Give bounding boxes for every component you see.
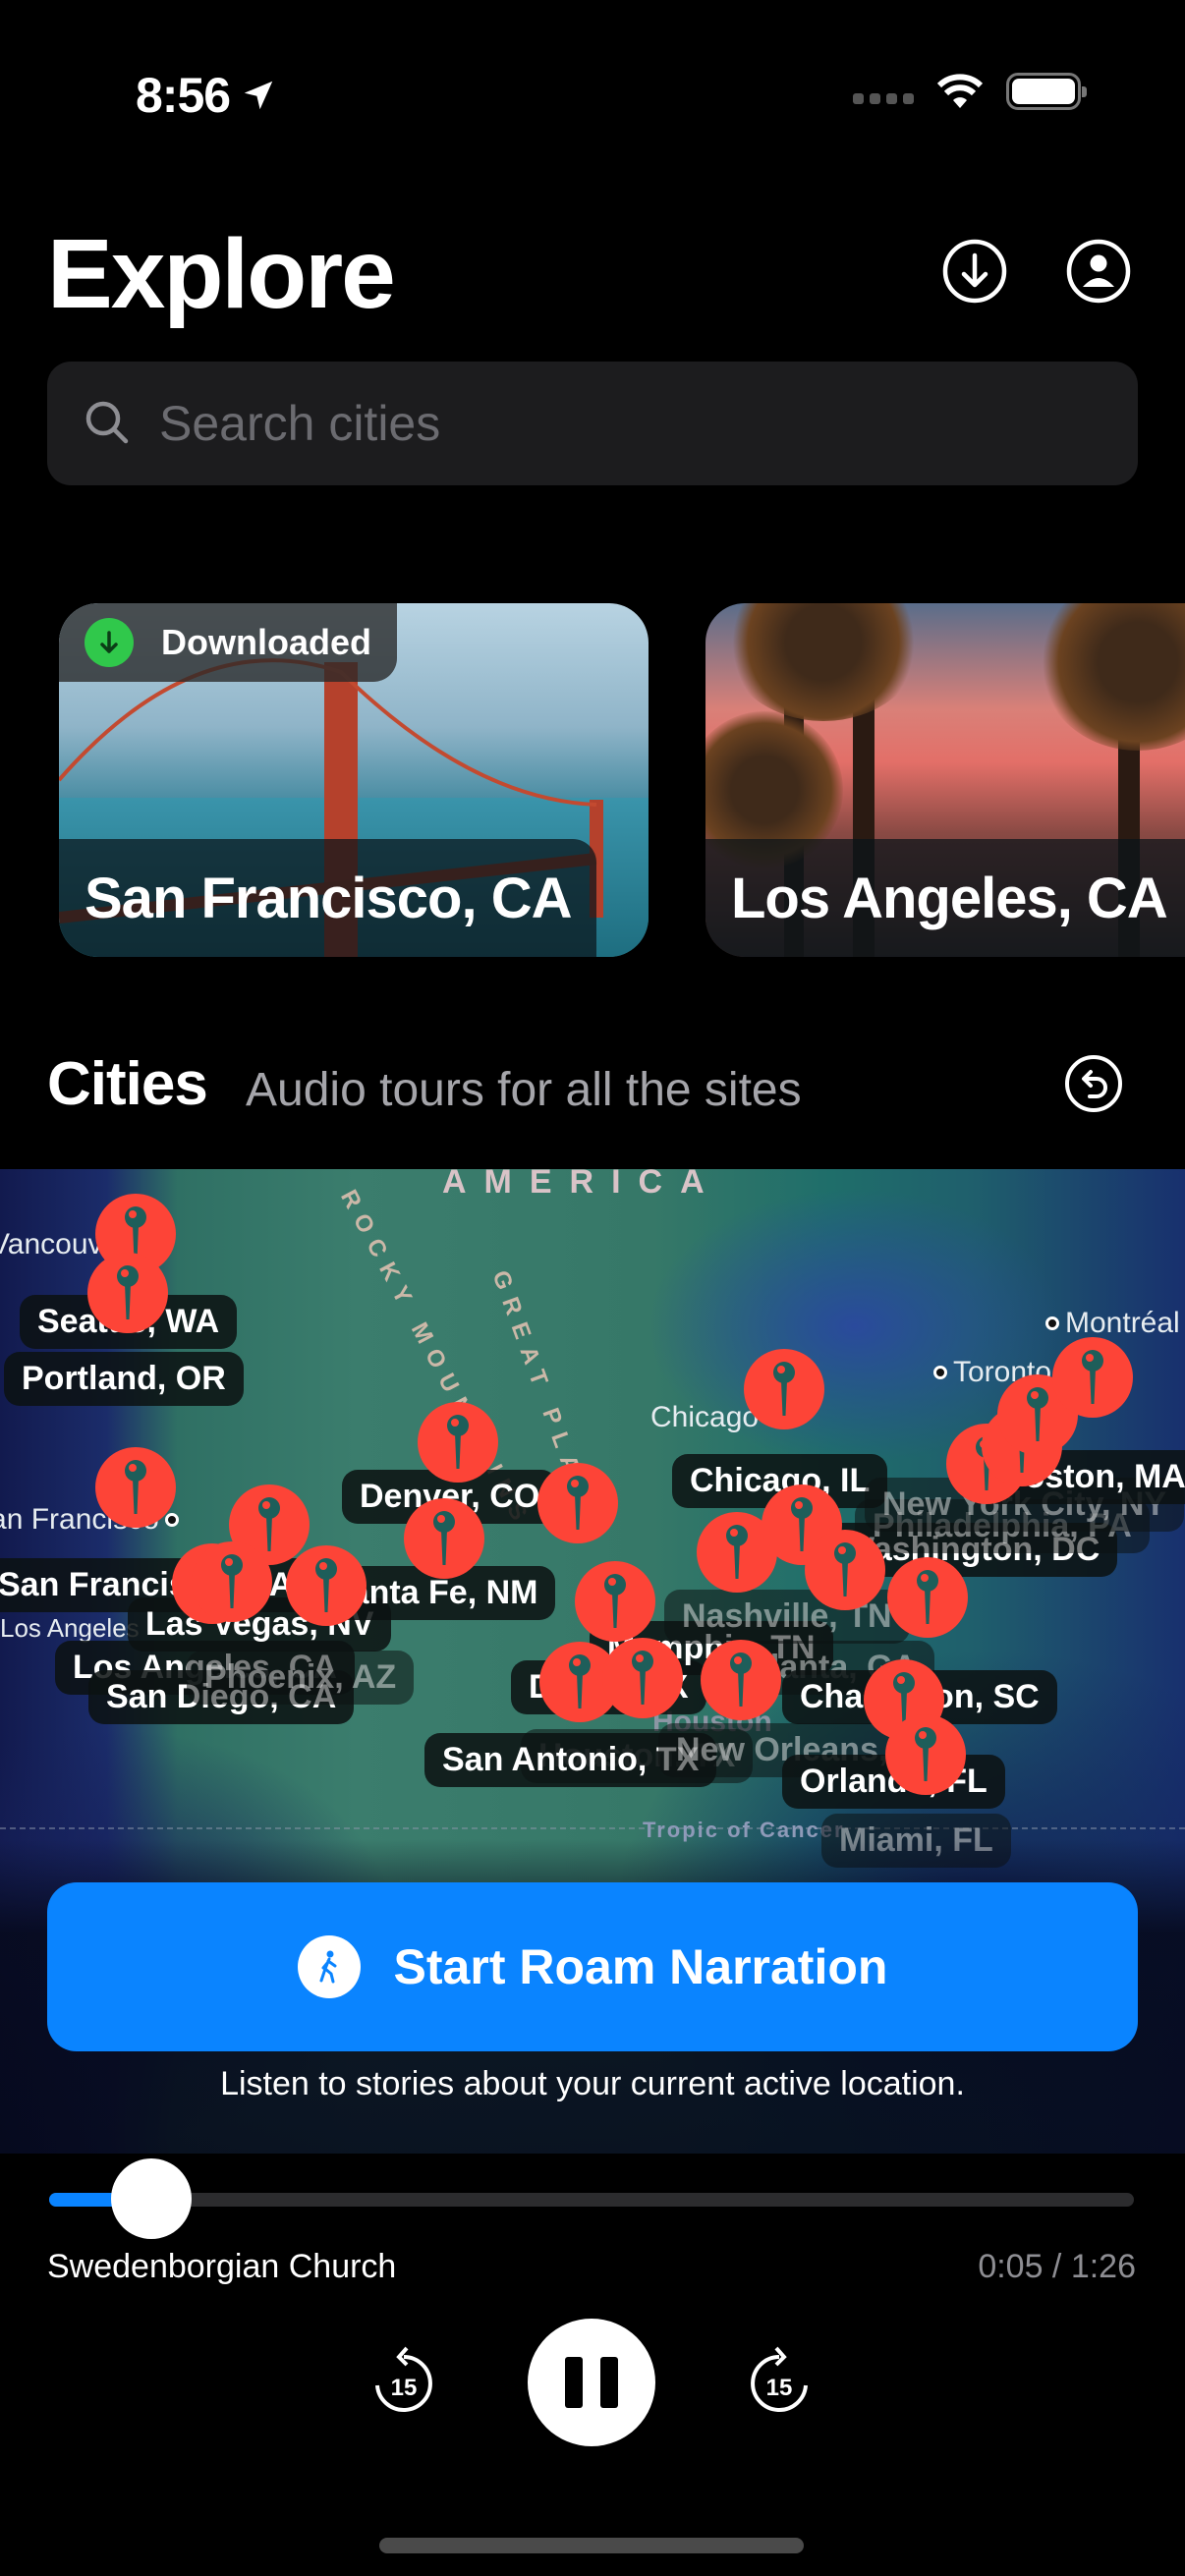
cellular-signal-icon [853,92,914,104]
download-circle-icon [942,239,1007,304]
reset-map-button[interactable] [1063,1053,1124,1114]
map-pin[interactable] [887,1557,968,1638]
map-pin-icon [258,1497,280,1551]
map-place-label: Los Angeles [0,1613,140,1643]
city-label[interactable]: Portland, OR [4,1352,244,1406]
downloads-button[interactable] [941,238,1008,305]
map-pin-icon [569,1654,591,1708]
pause-button[interactable] [528,2319,655,2446]
map-pin-icon [567,1476,589,1530]
pause-icon-bar [565,2357,583,2408]
map-pin[interactable] [87,1253,168,1333]
wifi-icon [936,74,984,108]
location-arrow-icon [244,81,273,110]
map-pin[interactable] [805,1530,885,1610]
reset-rotation-icon [1065,1055,1122,1112]
svg-text:15: 15 [766,2375,793,2401]
map-pin[interactable] [95,1447,176,1528]
city-label[interactable]: Phoenix, AZ [187,1651,415,1705]
pause-icon-bar [600,2357,618,2408]
map-pin-icon [221,1554,243,1608]
map-pin-icon [1027,1387,1048,1441]
map-pin-icon [315,1558,337,1612]
battery-icon [1006,73,1087,110]
profile-button[interactable] [1065,238,1132,305]
map-pin-icon [730,1652,752,1707]
svg-text:15: 15 [391,2375,418,2401]
page-title: Explore [47,219,396,329]
map-pin[interactable] [701,1640,781,1720]
map-pin[interactable] [1052,1337,1133,1418]
map-pin[interactable] [885,1714,966,1795]
city-card-los-angeles[interactable]: Los Angeles, CA [705,603,1185,957]
downloaded-label: Downloaded [161,622,371,662]
progress-knob[interactable] [111,2158,193,2239]
city-label[interactable]: Miami, FL [821,1814,1011,1868]
skip-back-15-icon: 15 [375,2346,432,2412]
playback-progress-slider[interactable] [49,2193,1134,2207]
section-subtitle: Audio tours for all the sites [246,1064,802,1116]
map-pin-icon [433,1511,455,1565]
map-pin-icon [917,1570,938,1624]
track-title: Swedenborgian Church [47,2248,397,2285]
map-pin[interactable] [418,1402,498,1483]
map-pin-icon [915,1727,936,1781]
search-input[interactable] [159,395,1044,452]
map-pin[interactable] [744,1349,824,1429]
download-check-icon [85,618,134,667]
city-card-san-francisco[interactable]: Downloaded San Francisco, CA [59,603,649,957]
map-pin[interactable] [575,1561,655,1642]
status-indicators [853,73,1087,110]
search-bar[interactable] [47,362,1138,485]
start-roam-narration-button[interactable]: Start Roam Narration [47,1882,1138,2051]
roam-button-label: Start Roam Narration [393,1939,888,1994]
skip-forward-15-icon: 15 [751,2346,808,2412]
map-pin-icon [117,1265,139,1319]
map-pin[interactable] [192,1541,272,1622]
skip-back-button[interactable]: 15 [371,2343,436,2418]
map-pin[interactable] [286,1545,367,1626]
map-pin[interactable] [602,1638,683,1718]
map-pin-icon [834,1542,856,1596]
map-pin-icon [125,1460,146,1514]
map-pin-icon [773,1362,795,1416]
map-pin[interactable] [537,1463,618,1543]
map-pin[interactable] [404,1498,484,1579]
downloaded-badge: Downloaded [59,603,397,682]
roam-hint-text: Listen to stories about your current act… [220,2065,965,2102]
map-pin-icon [726,1525,748,1579]
skip-forward-button[interactable]: 15 [747,2343,812,2418]
map-pin-icon [604,1574,626,1628]
walking-figure-icon [297,1935,361,1998]
map-pin-icon [632,1651,653,1705]
city-card-title: San Francisco, CA [59,839,597,957]
city-card-title: Los Angeles, CA [705,839,1185,957]
map-pin-icon [1082,1350,1103,1404]
map-place-label: Tropic of Cancer [643,1818,845,1842]
home-indicator [379,2538,804,2553]
map-pin-icon [447,1415,469,1469]
map-place-label: Montréal [1045,1307,1180,1340]
section-title: Cities [47,1050,208,1118]
map-region-label: AMERICA [442,1169,722,1201]
profile-icon [1066,239,1131,304]
search-icon [85,401,129,444]
status-time-text: 8:56 [136,68,231,123]
status-time: 8:56 [136,67,277,124]
track-time: 0:05 / 1:26 [978,2248,1136,2285]
